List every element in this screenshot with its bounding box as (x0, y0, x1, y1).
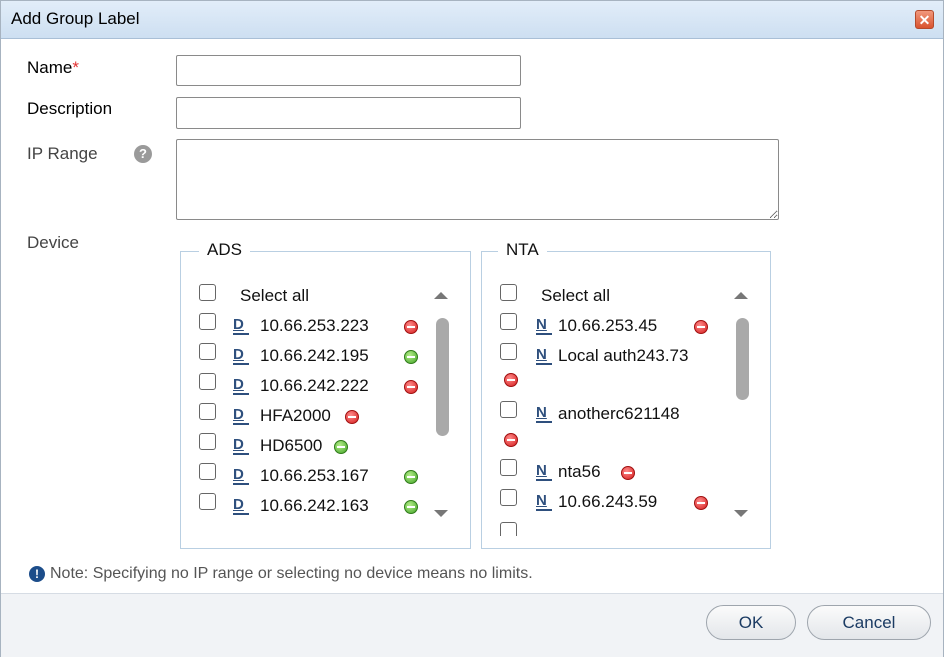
status-green-icon (404, 500, 418, 514)
nta-device-icon: N (536, 462, 552, 481)
list-item[interactable]: N anotherc621148 (483, 400, 731, 452)
ok-button[interactable]: OK (706, 605, 796, 640)
nta-device-label: nta56 (558, 462, 601, 481)
ads-device-label: HD6500 (260, 436, 323, 455)
add-group-label-dialog: Add Group Label ✕ Name* Description IP R… (0, 0, 944, 657)
list-item[interactable]: N nta56 (483, 458, 731, 484)
ads-device-icon: D (233, 496, 249, 515)
list-item[interactable]: D 10.66.242.163 (182, 492, 432, 518)
ads-scrollbar-thumb[interactable] (436, 318, 449, 436)
status-red-icon (345, 410, 359, 424)
info-icon: ! (29, 566, 45, 582)
list-item[interactable]: D 10.66.242.222 (182, 372, 432, 398)
help-icon[interactable]: ? (134, 145, 152, 163)
nta-select-all-row[interactable]: Select all (483, 282, 731, 308)
ads-device-checkbox[interactable] (199, 433, 216, 450)
ads-device-label: HFA2000 (260, 406, 331, 425)
ads-legend: ADS (199, 240, 250, 260)
scroll-down-icon[interactable] (734, 510, 748, 517)
scroll-down-icon[interactable] (434, 510, 448, 517)
ads-select-all-label: Select all (240, 286, 309, 305)
list-item[interactable] (483, 518, 731, 536)
dialog-titlebar[interactable]: Add Group Label ✕ (1, 1, 943, 39)
ads-device-checkbox[interactable] (199, 373, 216, 390)
nta-device-icon: N (536, 346, 552, 365)
ads-device-icon: D (233, 346, 249, 365)
ads-select-all-row[interactable]: Select all (182, 282, 432, 308)
note-text: Note: Specifying no IP range or selectin… (50, 565, 533, 582)
nta-fieldset: NTA Select all N 10.66.253.45 N Local au… (481, 240, 771, 549)
list-item[interactable]: N Local auth243.73 (483, 342, 731, 394)
cancel-button[interactable]: Cancel (807, 605, 931, 640)
list-item[interactable]: D HFA2000 (182, 402, 432, 428)
ads-device-checkbox[interactable] (199, 403, 216, 420)
nta-device-label: 10.66.243.59 (558, 492, 658, 511)
nta-device-icon: N (536, 316, 552, 335)
nta-device-checkbox[interactable] (500, 522, 517, 536)
list-item[interactable]: D HD6500 (182, 432, 432, 458)
ads-device-label: 10.66.253.223 (260, 316, 369, 335)
device-label: Device (27, 233, 79, 252)
status-green-icon (404, 350, 418, 364)
scroll-up-icon[interactable] (734, 292, 748, 299)
list-item[interactable]: D 10.66.253.223 (182, 312, 432, 338)
nta-device-checkbox[interactable] (500, 459, 517, 476)
ads-device-checkbox[interactable] (199, 343, 216, 360)
nta-device-label: 10.66.253.45 (558, 316, 658, 335)
nta-device-list[interactable]: Select all N 10.66.253.45 N Local auth24… (483, 276, 769, 536)
nta-device-checkbox[interactable] (500, 313, 517, 330)
nta-select-all-checkbox[interactable] (500, 284, 517, 301)
ads-device-icon: D (233, 376, 249, 395)
ads-device-label: 10.66.253.167 (260, 466, 369, 485)
name-label-text: Name (27, 58, 73, 77)
ads-device-checkbox[interactable] (199, 463, 216, 480)
list-item[interactable]: D 10.66.253.167 (182, 462, 432, 488)
nta-device-icon: N (536, 404, 552, 423)
list-item[interactable]: D 10.66.242.195 (182, 342, 432, 368)
description-label: Description (27, 99, 113, 118)
nta-device-checkbox[interactable] (500, 489, 517, 506)
ads-device-icon: D (233, 406, 249, 425)
name-input[interactable] (176, 55, 521, 86)
status-green-icon (404, 470, 418, 484)
ads-device-checkbox[interactable] (199, 313, 216, 330)
ads-device-label: 10.66.242.163 (260, 496, 369, 515)
status-red-icon (404, 320, 418, 334)
nta-select-all-label: Select all (541, 286, 610, 305)
nta-device-label: anotherc621148 (558, 404, 680, 423)
ads-device-list[interactable]: Select all D 10.66.253.223 D 10.66.242.1… (182, 276, 470, 546)
dialog-footer: OK Cancel (1, 593, 943, 657)
required-marker: * (72, 58, 79, 77)
status-red-icon (504, 373, 518, 387)
ads-device-checkbox[interactable] (199, 493, 216, 510)
ads-device-icon: D (233, 436, 249, 455)
nta-scrollbar-thumb[interactable] (736, 318, 749, 400)
scroll-up-icon[interactable] (434, 292, 448, 299)
ads-device-icon: D (233, 466, 249, 485)
description-input[interactable] (176, 97, 521, 129)
close-icon[interactable]: ✕ (915, 10, 934, 29)
ip-range-textarea[interactable] (176, 139, 779, 220)
status-red-icon (404, 380, 418, 394)
ads-device-icon: D (233, 316, 249, 335)
status-red-icon (621, 466, 635, 480)
ads-select-all-checkbox[interactable] (199, 284, 216, 301)
name-label: Name* (27, 58, 79, 78)
status-green-icon (334, 440, 348, 454)
dialog-title: Add Group Label (11, 9, 140, 28)
status-red-icon (694, 496, 708, 510)
list-item[interactable]: N 10.66.253.45 (483, 312, 731, 338)
nta-device-checkbox[interactable] (500, 401, 517, 418)
ads-fieldset: ADS Select all D 10.66.253.223 D 10.66.2… (180, 240, 471, 549)
nta-device-checkbox[interactable] (500, 343, 517, 360)
ip-range-label: IP Range (27, 144, 98, 163)
nta-legend: NTA (498, 240, 547, 260)
ads-device-label: 10.66.242.195 (260, 346, 369, 365)
ads-device-label: 10.66.242.222 (260, 376, 369, 395)
status-red-icon (504, 433, 518, 447)
list-item[interactable]: N 10.66.243.59 (483, 488, 731, 514)
status-red-icon (694, 320, 708, 334)
nta-device-icon: N (536, 492, 552, 511)
nta-device-label: Local auth243.73 (558, 346, 689, 365)
